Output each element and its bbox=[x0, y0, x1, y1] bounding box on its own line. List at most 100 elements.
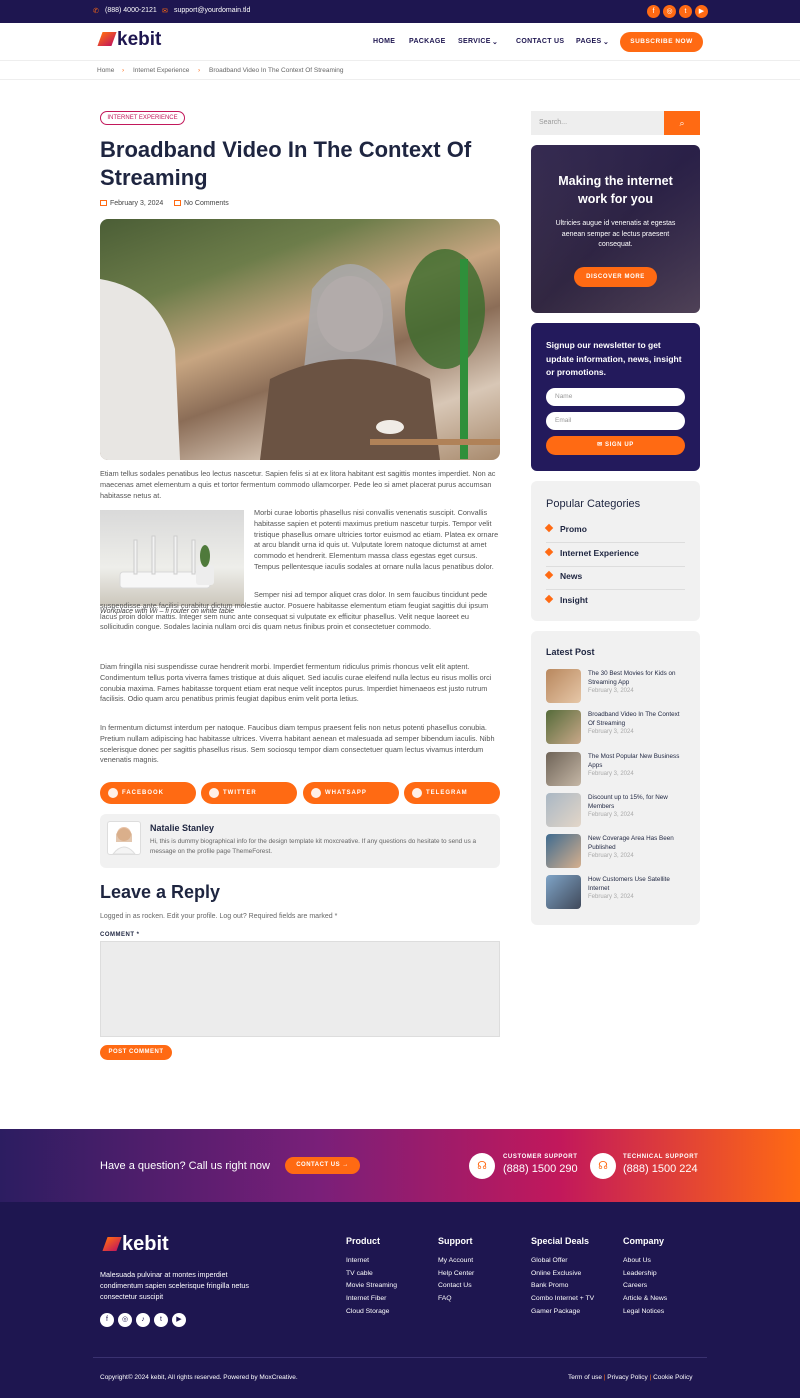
footer-link[interactable]: Careers bbox=[623, 1280, 667, 1293]
technical-support-phone[interactable]: (888) 1500 224 bbox=[623, 1163, 698, 1175]
subscribe-button[interactable]: SUBSCRIBE NOW bbox=[620, 32, 703, 52]
search-input[interactable]: Search... bbox=[531, 111, 664, 135]
chevron-down-icon: ⌄ bbox=[492, 39, 499, 46]
post-comment-button[interactable]: POST COMMENT bbox=[100, 1045, 172, 1060]
top-bar: ✆ (888) 4000-2121 ✉ support@yourdomain.t… bbox=[0, 0, 800, 23]
latest-posts-card: Latest Post The 30 Best Movies for Kids … bbox=[531, 631, 700, 925]
category-internet-experience[interactable]: Internet Experience bbox=[546, 543, 685, 567]
facebook-icon[interactable]: f bbox=[647, 5, 660, 18]
footer-link[interactable]: Internet Fiber bbox=[346, 1293, 397, 1306]
discover-more-button[interactable]: DISCOVER MORE bbox=[574, 267, 657, 287]
sign-up-button[interactable]: ✉ SIGN UP bbox=[546, 436, 685, 455]
nav-pages[interactable]: PAGES bbox=[576, 38, 602, 45]
share-telegram-button[interactable]: TELEGRAM bbox=[404, 782, 500, 804]
footer-links-company: About Us Leadership Careers Article & Ne… bbox=[623, 1255, 667, 1319]
post-comments[interactable]: No Comments bbox=[174, 200, 229, 207]
list-item[interactable]: Broadband Video In The Context Of Stream… bbox=[546, 710, 685, 746]
post-thumbnail bbox=[546, 875, 581, 909]
footer-link[interactable]: Movie Streaming bbox=[346, 1280, 397, 1293]
telegram-icon bbox=[412, 788, 422, 798]
phone-icon: ✆ bbox=[93, 8, 99, 15]
footer-link[interactable]: Gamer Package bbox=[531, 1306, 594, 1319]
nav-home[interactable]: HOME bbox=[373, 38, 395, 45]
nav-contact[interactable]: CONTACT US bbox=[516, 38, 564, 45]
category-news[interactable]: News bbox=[546, 566, 685, 590]
latest-post-title[interactable]: New Coverage Area Has Been Published bbox=[588, 834, 686, 852]
latest-post-title[interactable]: The Most Popular New Business Apps bbox=[588, 752, 686, 770]
footer-link[interactable]: FAQ bbox=[438, 1293, 474, 1306]
logo-text: kebit bbox=[122, 1233, 169, 1255]
footer-link[interactable]: Article & News bbox=[623, 1293, 667, 1306]
twitter-icon[interactable]: t bbox=[154, 1313, 168, 1327]
footer-link[interactable]: Bank Promo bbox=[531, 1280, 594, 1293]
tiktok-icon[interactable]: ♪ bbox=[136, 1313, 150, 1327]
category-promo[interactable]: Promo bbox=[546, 519, 685, 543]
twitter-icon[interactable]: t bbox=[679, 5, 692, 18]
post-paragraph-4: Diam fringilla nisi suspendisse curae he… bbox=[100, 662, 492, 704]
share-twitter-button[interactable]: TWITTER bbox=[201, 782, 297, 804]
footer-link[interactable]: Internet bbox=[346, 1255, 397, 1268]
footer-logo[interactable]: kebit bbox=[102, 1233, 169, 1256]
post-thumbnail bbox=[546, 793, 581, 827]
post-comments-text: No Comments bbox=[184, 200, 229, 207]
contact-us-button[interactable]: CONTACT US → bbox=[285, 1157, 360, 1174]
youtube-icon[interactable]: ▶ bbox=[172, 1313, 186, 1327]
youtube-icon[interactable]: ▶ bbox=[695, 5, 708, 18]
footer-link[interactable]: TV cable bbox=[346, 1268, 397, 1281]
footer-link[interactable]: Combo Internet + TV bbox=[531, 1293, 594, 1306]
search-button[interactable]: ⌕ bbox=[664, 111, 700, 135]
footer-divider bbox=[93, 1357, 707, 1358]
latest-post-title[interactable]: The 30 Best Movies for Kids on Streaming… bbox=[588, 669, 686, 687]
nav-service[interactable]: SERVICE bbox=[458, 38, 491, 45]
site-logo[interactable]: kebit bbox=[97, 29, 162, 51]
footer-link[interactable]: Cloud Storage bbox=[346, 1306, 397, 1319]
share-facebook-button[interactable]: FACEBOOK bbox=[100, 782, 196, 804]
instagram-icon[interactable]: ◎ bbox=[663, 5, 676, 18]
chevron-right-icon: › bbox=[198, 67, 201, 74]
terms-link[interactable]: Term of use bbox=[568, 1374, 602, 1381]
latest-post-date: February 3, 2024 bbox=[588, 688, 634, 694]
facebook-icon[interactable]: f bbox=[100, 1313, 114, 1327]
footer-legal-links: Term of use | Privacy Policy | Cookie Po… bbox=[568, 1374, 692, 1381]
footer-link[interactable]: Online Exclusive bbox=[531, 1268, 594, 1281]
nav-package[interactable]: PACKAGE bbox=[409, 38, 446, 45]
footer-link[interactable]: About Us bbox=[623, 1255, 667, 1268]
search-icon: ⌕ bbox=[679, 118, 685, 128]
latest-post-title[interactable]: How Customers Use Satellite Internet bbox=[588, 875, 686, 893]
logo-text: kebit bbox=[117, 29, 162, 50]
breadcrumb-category[interactable]: Internet Experience bbox=[133, 67, 189, 74]
comment-textarea[interactable] bbox=[100, 941, 500, 1037]
list-item[interactable]: Discount up to 15%, for New Members Febru… bbox=[546, 793, 685, 829]
privacy-link[interactable]: Privacy Policy bbox=[607, 1374, 647, 1381]
list-item[interactable]: How Customers Use Satellite Internet Febr… bbox=[546, 875, 685, 911]
site-footer: kebit Malesuada pulvinar at montes imper… bbox=[0, 1202, 800, 1398]
categories-card: Popular Categories Promo Internet Experi… bbox=[531, 481, 700, 621]
author-name[interactable]: Natalie Stanley bbox=[150, 823, 214, 833]
footer-link[interactable]: My Account bbox=[438, 1255, 474, 1268]
footer-link[interactable]: Contact Us bbox=[438, 1280, 474, 1293]
site-header: kebit HOME PACKAGE SERVICE ⌄ CONTACT US … bbox=[0, 23, 800, 61]
instagram-icon[interactable]: ◎ bbox=[118, 1313, 132, 1327]
categories-title: Popular Categories bbox=[546, 498, 641, 510]
footer-link[interactable]: Legal Notices bbox=[623, 1306, 667, 1319]
category-tag[interactable]: INTERNET EXPERIENCE bbox=[100, 111, 185, 125]
latest-post-title[interactable]: Broadband Video In The Context Of Stream… bbox=[588, 710, 686, 728]
share-whatsapp-button[interactable]: WHATSAPP bbox=[303, 782, 399, 804]
footer-link[interactable]: Help Center bbox=[438, 1268, 474, 1281]
list-item[interactable]: The 30 Best Movies for Kids on Streaming… bbox=[546, 669, 685, 705]
category-insight[interactable]: Insight bbox=[546, 590, 685, 614]
list-item[interactable]: New Coverage Area Has Been Published Febr… bbox=[546, 834, 685, 870]
list-item[interactable]: The Most Popular New Business Apps Februa… bbox=[546, 752, 685, 788]
newsletter-title: Signup our newsletter to get update info… bbox=[546, 340, 682, 377]
newsletter-name-input[interactable]: Name bbox=[546, 388, 685, 406]
customer-support-phone[interactable]: (888) 1500 290 bbox=[503, 1163, 578, 1175]
latest-post-title[interactable]: Discount up to 15%, for New Members bbox=[588, 793, 686, 811]
cookie-link[interactable]: Cookie Policy bbox=[653, 1374, 692, 1381]
footer-link[interactable]: Leadership bbox=[623, 1268, 667, 1281]
newsletter-email-input[interactable]: Email bbox=[546, 412, 685, 430]
breadcrumb-home[interactable]: Home bbox=[97, 67, 114, 74]
twitter-icon bbox=[209, 788, 219, 798]
topbar-email[interactable]: support@yourdomain.tld bbox=[174, 7, 250, 14]
footer-link[interactable]: Global Offer bbox=[531, 1255, 594, 1268]
topbar-phone[interactable]: (888) 4000-2121 bbox=[105, 7, 157, 14]
